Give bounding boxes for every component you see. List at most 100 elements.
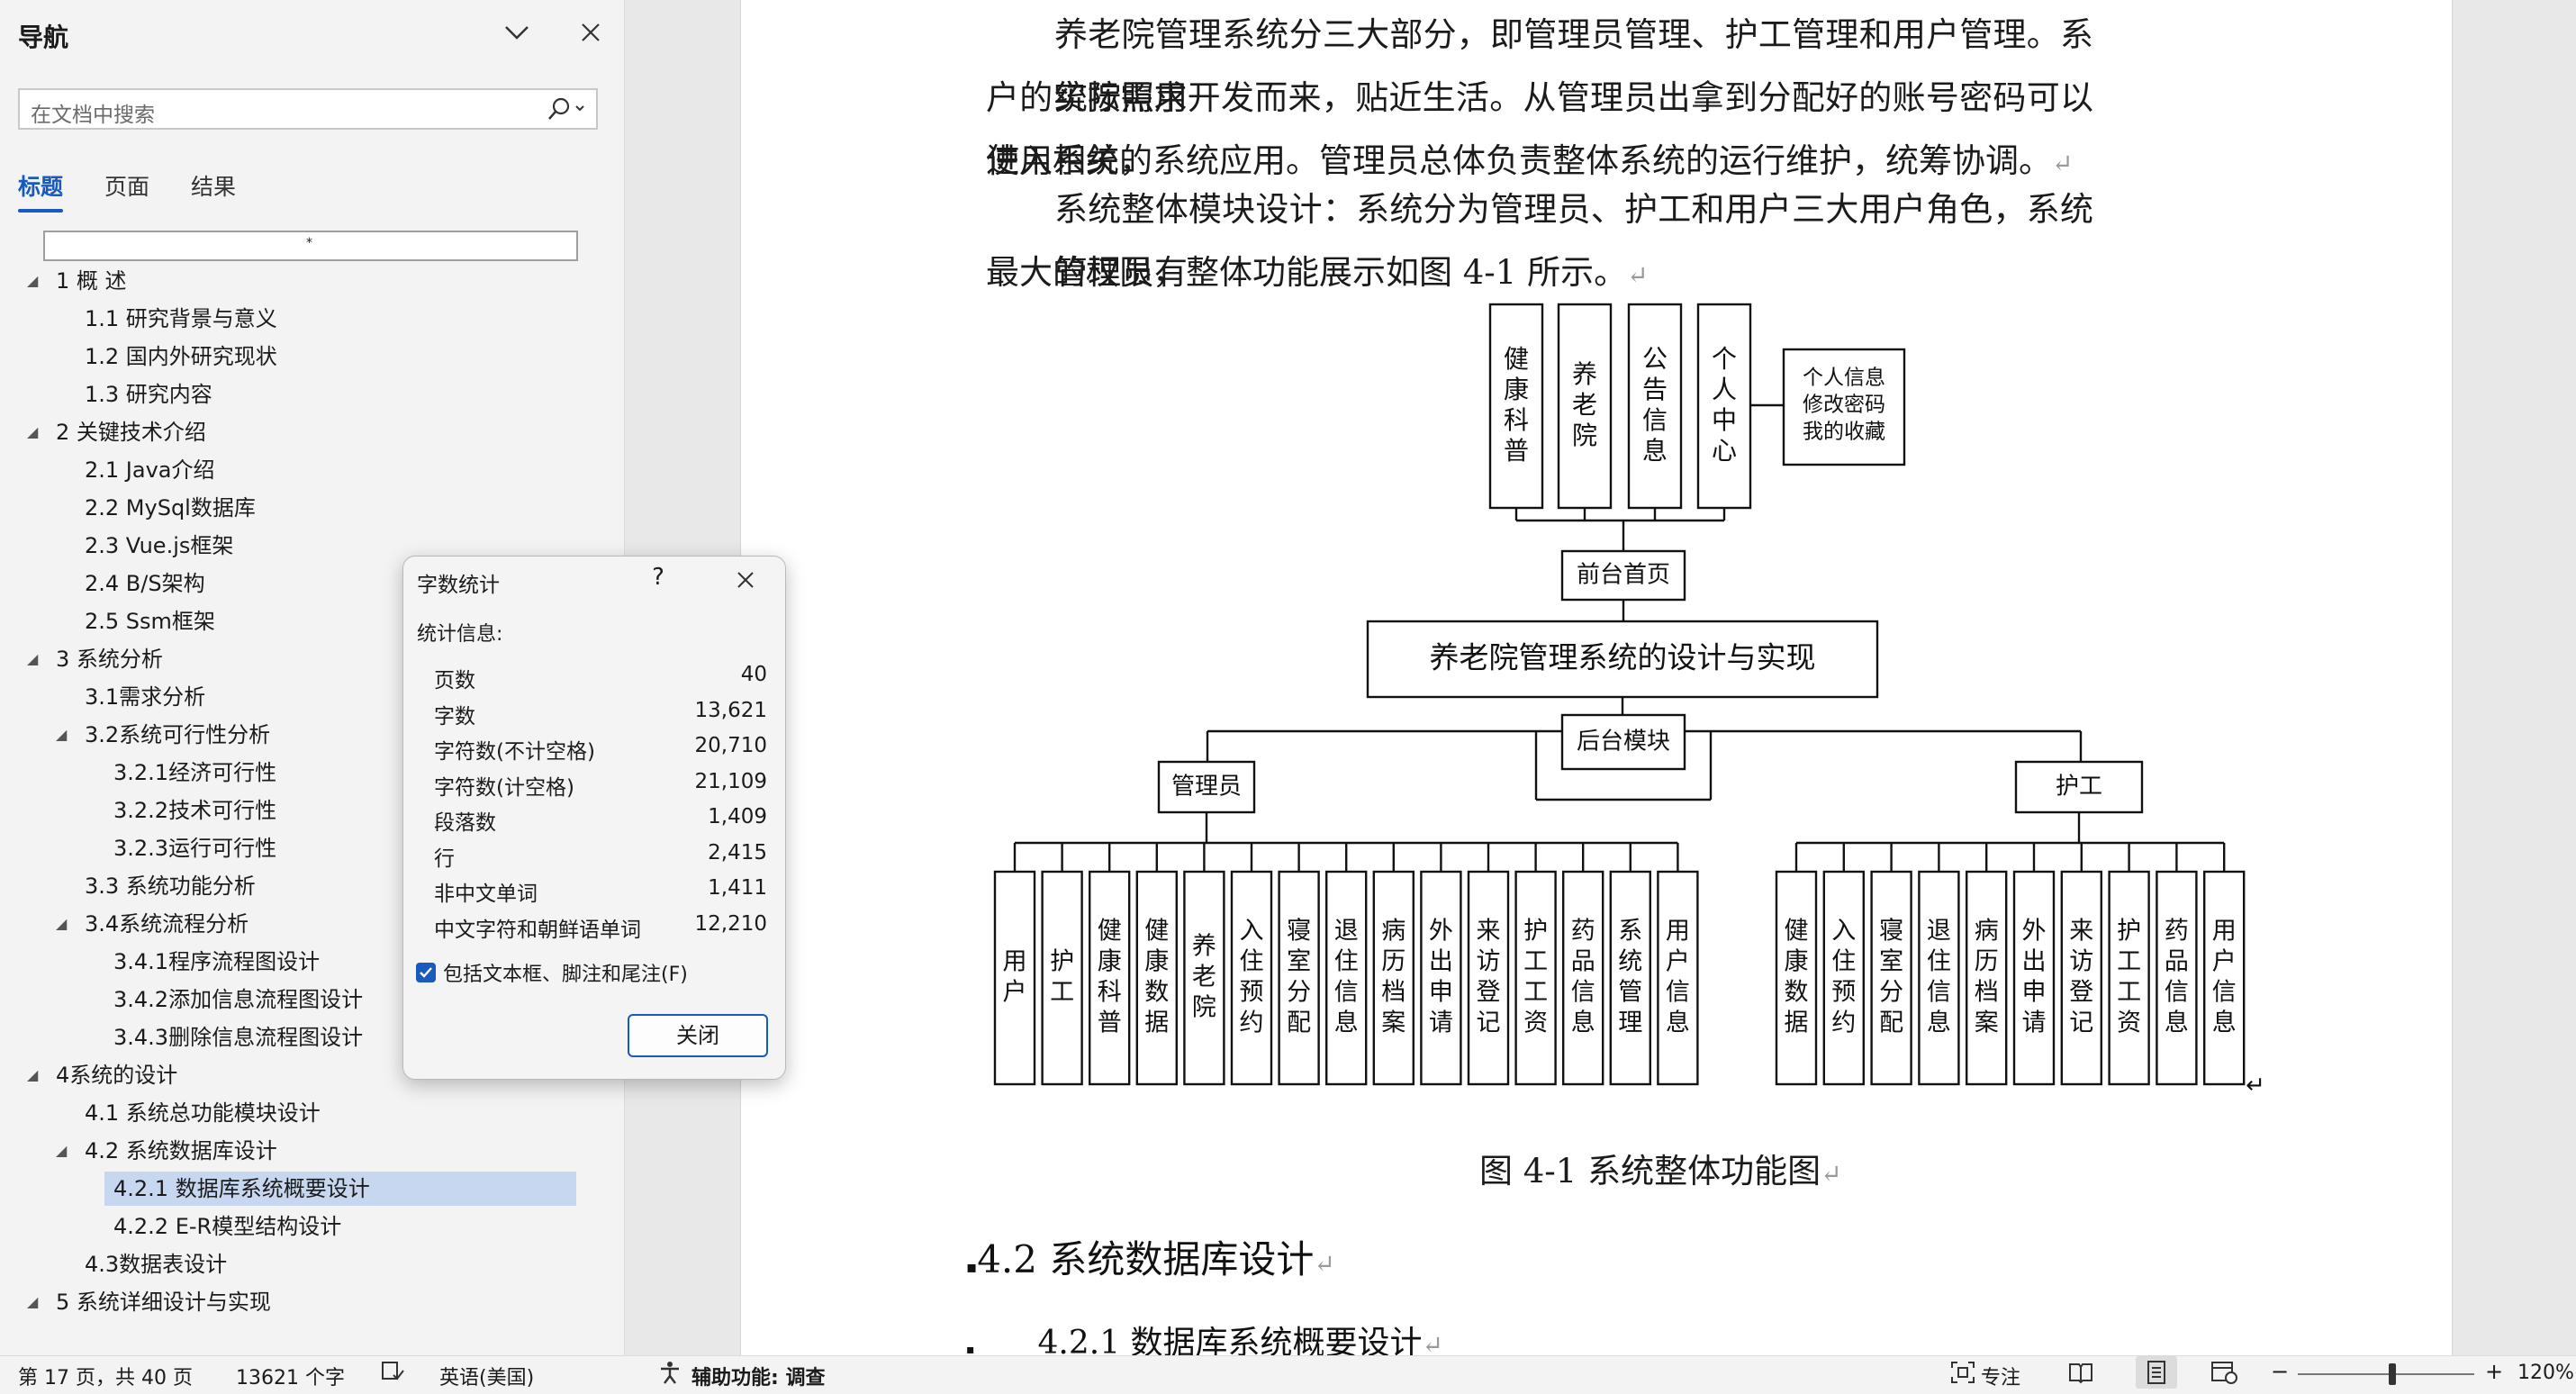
nurse-module-label: 外 <box>2022 918 2047 946</box>
document-page[interactable]: 养老院管理系统分三大部分，即管理员管理、护工管理和用户管理。系统按照用 户的实际需… <box>740 0 2453 1362</box>
admin-module-label: 案 <box>1381 1009 1406 1037</box>
zoom-in-button[interactable]: + <box>2485 1359 2503 1384</box>
nurse-module-label: 案 <box>1975 1009 1999 1037</box>
read-mode-icon[interactable] <box>2067 1360 2094 1390</box>
stat-value: 21,109 <box>694 769 767 793</box>
nav-options-chevron-icon[interactable] <box>497 13 537 52</box>
admin-label: 管理员 <box>1171 774 1242 801</box>
proofing-icon[interactable] <box>380 1360 405 1389</box>
help-icon[interactable]: ? <box>645 564 672 591</box>
admin-module-label: 出 <box>1429 948 1453 976</box>
admin-module-label: 统 <box>1618 948 1642 976</box>
admin-module-label: 户 <box>1666 948 1690 976</box>
filter-marker: * <box>306 236 312 250</box>
nav-heading-label: 1 概 述 <box>56 268 127 294</box>
print-layout-icon[interactable] <box>2136 1356 2177 1389</box>
nurse-module-label: 信 <box>2212 979 2237 1007</box>
front-module-label: 健 <box>1504 344 1529 374</box>
nav-tab-0[interactable]: 标题 <box>18 169 63 202</box>
focus-label[interactable]: 专注 <box>1981 1362 2020 1390</box>
admin-module-label: 息 <box>1666 1009 1690 1037</box>
nav-search-placeholder: 在文档中搜索 <box>31 104 155 127</box>
nav-tab-1[interactable]: 页面 <box>104 169 149 202</box>
stat-label: 非中文单词 <box>434 883 538 906</box>
focus-icon[interactable] <box>1949 1360 1976 1390</box>
nav-heading-label: 3.2.1经济可行性 <box>113 760 277 785</box>
language-indicator[interactable]: 英语(美国) <box>439 1362 534 1390</box>
nurse-module-label: 据 <box>1785 1009 1809 1037</box>
collapse-triangle-icon[interactable]: ◢ <box>56 907 67 941</box>
nav-title: 导航 <box>18 23 69 52</box>
zoom-slider-thumb[interactable] <box>2389 1363 2396 1385</box>
admin-module-label: 请 <box>1429 1009 1453 1037</box>
nav-heading-label: 3 系统分析 <box>56 647 163 672</box>
nurse-module-label: 信 <box>1927 979 1951 1007</box>
nav-tab-2[interactable]: 结果 <box>191 169 236 202</box>
word-count-dialog[interactable]: 字数统计 ? 统计信息: 页数 40 字数 13,621 字符数(不计空格) 20,710… <box>402 556 786 1080</box>
admin-module-label: 系 <box>1618 918 1642 946</box>
admin-module-label: 资 <box>1523 1009 1548 1037</box>
stat-label: 中文字符和朝鲜语单词 <box>434 918 641 942</box>
nav-heading-label: 3.2.2技术可行性 <box>113 798 277 823</box>
collapse-triangle-icon[interactable]: ◢ <box>27 642 38 676</box>
nav-heading-label: 1.2 国内外研究现状 <box>85 344 277 369</box>
checkbox-checked-icon[interactable] <box>416 963 436 982</box>
admin-module-label: 寝 <box>1287 918 1311 946</box>
front-module-label: 公 <box>1642 344 1668 374</box>
nurse-module-label: 住 <box>1927 948 1951 976</box>
web-layout-icon[interactable] <box>2210 1360 2238 1390</box>
figure-caption: 图 4-1 系统整体功能图↵ <box>1479 1152 1842 1190</box>
word-count[interactable]: 13621 个字 <box>236 1362 345 1390</box>
collapse-triangle-icon[interactable]: ◢ <box>56 718 67 752</box>
front-module-label: 养 <box>1572 359 1597 389</box>
accessibility-icon[interactable] <box>657 1360 682 1390</box>
nurse-module-label: 出 <box>2022 948 2047 976</box>
nav-close-icon[interactable] <box>571 13 610 52</box>
zoom-out-button[interactable]: − <box>2271 1359 2289 1384</box>
admin-module-label: 护 <box>1523 918 1548 946</box>
nurse-module-label: 户 <box>2212 948 2237 976</box>
nav-search-input[interactable]: 在文档中搜索 <box>18 88 598 130</box>
accessibility-status[interactable]: 辅助功能: 调查 <box>691 1362 825 1390</box>
nav-heading-label: 3.4.3删除信息流程图设计 <box>113 1025 364 1050</box>
admin-module-label: 普 <box>1098 1009 1122 1037</box>
nurse-module-label: 数 <box>1785 979 1809 1007</box>
nav-heading-filter[interactable]: * <box>43 231 578 261</box>
include-textboxes-checkbox[interactable]: 包括文本框、脚注和尾注(F) <box>416 958 688 987</box>
stat-row: 段落数 1,409 <box>434 805 767 839</box>
nav-heading-label: 4.2.2 E-R模型结构设计 <box>113 1214 342 1239</box>
checkbox-label: 包括文本框、脚注和尾注(F) <box>443 964 688 986</box>
stat-value: 12,210 <box>694 911 767 936</box>
admin-module-label: 康 <box>1098 948 1122 976</box>
zoom-slider[interactable] <box>2298 1373 2474 1375</box>
nav-heading-label: 4.3数据表设计 <box>85 1252 228 1277</box>
nav-heading-item[interactable]: 4.2.1 数据库系统概要设计 <box>104 1172 576 1206</box>
close-button[interactable]: 关闭 <box>628 1014 768 1057</box>
collapse-triangle-icon[interactable]: ◢ <box>27 415 38 449</box>
nurse-module-label: 工 <box>2117 979 2141 1007</box>
nurse-module-label: 品 <box>2165 948 2189 976</box>
admin-module-label: 入 <box>1240 918 1264 946</box>
nurse-module-label: 资 <box>2117 1009 2141 1037</box>
stat-row: 字符数(不计空格) 20,710 <box>434 734 767 768</box>
nurse-module-label: 寝 <box>1879 918 1903 946</box>
collapse-triangle-icon[interactable]: ◢ <box>56 1134 67 1168</box>
nav-heading-label: 4.1 系统总功能模块设计 <box>85 1100 321 1126</box>
dialog-close-icon[interactable] <box>728 564 764 596</box>
admin-module-label: 退 <box>1334 918 1359 946</box>
page-count[interactable]: 第 17 页，共 40 页 <box>18 1362 193 1390</box>
search-icon[interactable] <box>544 95 587 126</box>
active-tab-indicator <box>18 209 63 213</box>
admin-module-label: 息 <box>1334 1009 1359 1037</box>
admin-module-label: 用 <box>1666 918 1690 946</box>
zoom-level[interactable]: 120% <box>2517 1362 2574 1384</box>
collapse-triangle-icon[interactable]: ◢ <box>27 1285 38 1319</box>
front-module-label: 院 <box>1572 421 1597 450</box>
collapse-triangle-icon[interactable]: ◢ <box>27 264 38 298</box>
nav-heading-label: 3.1需求分析 <box>85 684 206 710</box>
nav-heading-label: 4系统的设计 <box>56 1063 178 1088</box>
collapse-triangle-icon[interactable]: ◢ <box>27 1058 38 1092</box>
nurse-module-label: 药 <box>2165 918 2189 946</box>
status-bar: 第 17 页，共 40 页 13621 个字 英语(美国) 辅助功能: 调查 专… <box>0 1355 2576 1390</box>
stat-value: 1,409 <box>708 805 767 828</box>
